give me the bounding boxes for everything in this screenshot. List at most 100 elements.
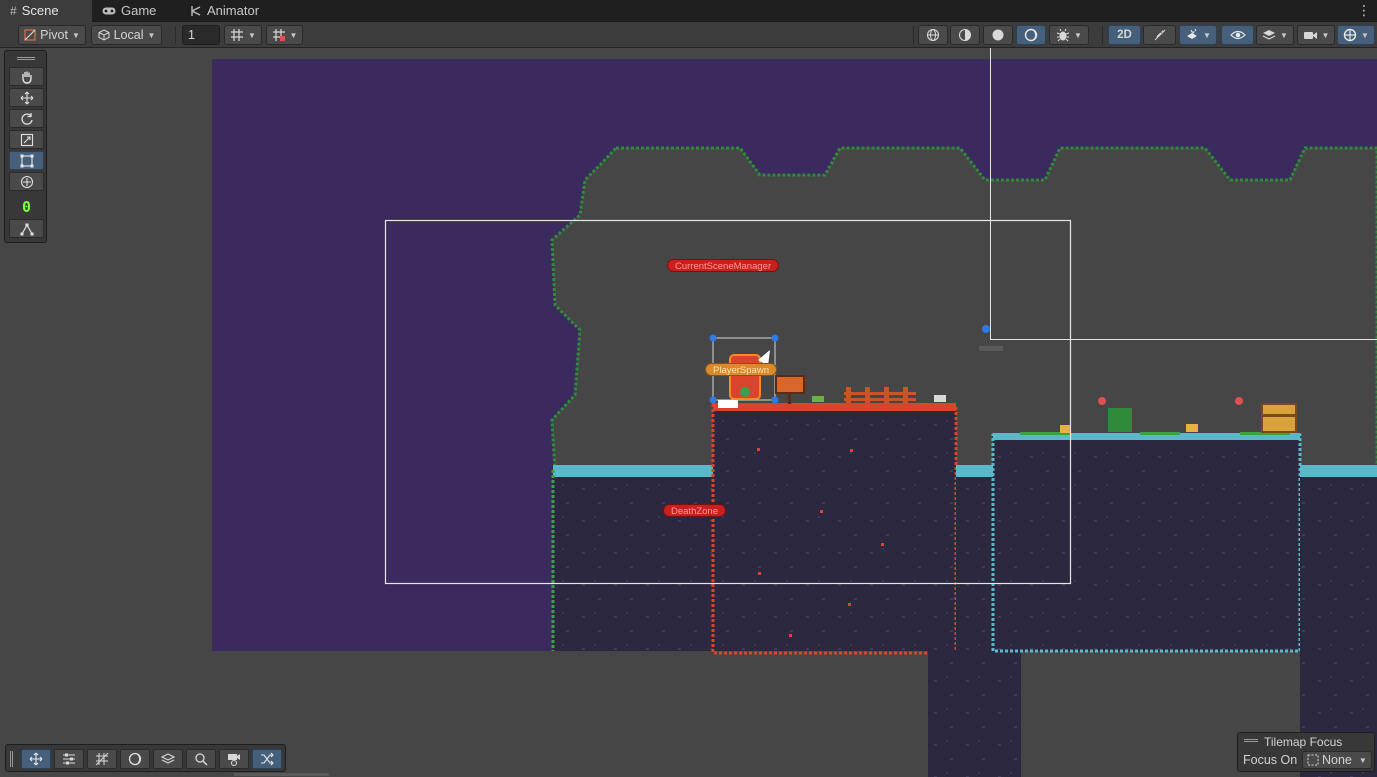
chevron-down-icon: ▼ (1203, 30, 1211, 40)
unlit-button[interactable] (1016, 25, 1046, 45)
tilemap-focus-title: Tilemap Focus (1264, 735, 1343, 749)
gizmo-sphere-icon (1343, 28, 1357, 42)
scene-viewport[interactable]: CurrentSceneManager PlayerSpawn DeathZon… (0, 48, 1377, 777)
signpost (775, 375, 805, 394)
debug-draw-dropdown[interactable]: ▼ (1049, 25, 1089, 45)
transform-tool-button[interactable] (9, 172, 44, 191)
pivot-icon (24, 29, 36, 41)
shaded-button[interactable] (983, 25, 1013, 45)
move-arrows-icon (29, 752, 43, 766)
shuffle-icon (260, 752, 274, 766)
scene-visibility-toggle[interactable] (1221, 25, 1254, 45)
mode-2d-toggle[interactable]: 2D (1108, 25, 1141, 45)
local-label: Local (113, 28, 144, 42)
chevron-down-icon: ▼ (1074, 30, 1082, 40)
scene-canvas (212, 48, 1377, 777)
ground-left (553, 465, 713, 651)
increment-snap-icon (272, 28, 286, 42)
scene-toolbar: Pivot ▼ Local ▼ 1 ▼ ▼ ▼ 2D ▼ ▼ ▼ ▼ (0, 22, 1377, 48)
cave-area (550, 146, 1377, 472)
chevron-down-icon: ▼ (289, 30, 298, 40)
divider (175, 26, 176, 44)
focus-on-dropdown[interactable]: None ▼ (1302, 751, 1372, 769)
shaded-sphere-icon (991, 28, 1005, 42)
rect-tool-button[interactable] (9, 151, 44, 170)
toolbar-grip[interactable] (10, 751, 13, 767)
rect-transform-icon (20, 154, 34, 168)
treasure-chest (1261, 403, 1297, 433)
tile-settings-button[interactable] (54, 749, 84, 769)
unity-scene-window: # Scene Game Animator ⋮ Pivot ▼ Local ▼ … (0, 0, 1377, 777)
chevron-down-icon: ▼ (1358, 755, 1367, 765)
hand-tool-button[interactable] (9, 67, 44, 86)
focus-on-label: Focus On (1243, 753, 1298, 767)
grid-snap-icon (230, 28, 244, 42)
tile-palette-toolbar (5, 744, 286, 772)
tab-bar: # Scene Game Animator ⋮ (0, 0, 1377, 22)
dashed-square-icon (1307, 754, 1319, 766)
light-off-icon (1153, 28, 1167, 42)
custom-tool-button[interactable] (9, 219, 44, 238)
pivot-label: Pivot (40, 28, 68, 42)
animator-icon (190, 5, 202, 17)
custom-tool-icon (20, 222, 34, 236)
grid-snap-dropdown[interactable]: ▼ (224, 25, 262, 45)
grid-icon: # (10, 4, 17, 18)
local-dropdown[interactable]: Local ▼ (91, 25, 162, 45)
shaded-wire-sphere-icon (958, 28, 972, 42)
layers-dropdown[interactable]: ▼ (1256, 25, 1294, 45)
wireframe-shading-button[interactable] (918, 25, 948, 45)
tab-scene[interactable]: # Scene (0, 0, 92, 22)
divider (913, 26, 914, 44)
water-left (553, 465, 713, 477)
shaded-wireframe-button[interactable] (950, 25, 980, 45)
palette-grip[interactable] (17, 57, 35, 60)
tab-animator[interactable]: Animator (180, 0, 280, 22)
lighting-toggle[interactable] (1143, 25, 1176, 45)
layer-stack-button[interactable] (153, 749, 183, 769)
camera-preview-button[interactable] (219, 749, 249, 769)
camera-icon (227, 752, 241, 766)
camera-settings-dropdown[interactable]: ▼ (1297, 25, 1335, 45)
chevron-down-icon: ▼ (248, 30, 256, 40)
transform-icon (20, 175, 34, 189)
scale-icon (20, 133, 34, 147)
unlit-sphere-icon (1024, 28, 1038, 42)
rotate-icon (20, 112, 34, 126)
pivot-dropdown[interactable]: Pivot ▼ (18, 25, 86, 45)
more-options-icon[interactable]: ⋮ (1357, 2, 1371, 19)
grid-toggle-button[interactable] (87, 749, 117, 769)
overlay-grip[interactable] (1244, 739, 1258, 742)
gizmos-dropdown[interactable]: ▼ (1337, 25, 1375, 45)
divider (1102, 26, 1103, 44)
red-platform (713, 405, 956, 651)
scale-tool-button[interactable] (9, 130, 44, 149)
chevron-down-icon: ▼ (1361, 30, 1369, 40)
mode-2d-label: 2D (1117, 29, 1132, 41)
lighting-preview-button[interactable] (120, 749, 150, 769)
eye-icon (1229, 29, 1246, 41)
effects-icon (1185, 28, 1199, 42)
tool-counter: 0 (21, 198, 32, 216)
rotate-tool-button[interactable] (9, 109, 44, 128)
camera-icon (1303, 29, 1318, 41)
effects-dropdown[interactable]: ▼ (1179, 25, 1217, 45)
search-button[interactable] (186, 749, 216, 769)
death-zone-label[interactable]: DeathZone (663, 504, 727, 517)
blue-platform (993, 435, 1300, 651)
tile-move-button[interactable] (21, 749, 51, 769)
chevron-down-icon: ▼ (147, 30, 156, 40)
player-spawn-label[interactable]: PlayerSpawn (705, 363, 777, 376)
tab-game[interactable]: Game (92, 0, 180, 22)
scene-manager-label[interactable]: CurrentSceneManager (667, 259, 780, 272)
wireframe-sphere-icon (926, 28, 940, 42)
chevron-down-icon: ▼ (1321, 30, 1330, 40)
hatched-grid-icon (95, 752, 109, 766)
shuffle-button[interactable] (252, 749, 282, 769)
chevron-down-icon: ▼ (1280, 30, 1288, 40)
increment-snap-dropdown[interactable]: ▼ (266, 25, 303, 45)
layers-icon (1262, 28, 1276, 42)
move-tool-button[interactable] (9, 88, 44, 107)
tab-game-label: Game (121, 3, 157, 18)
grid-size-input[interactable]: 1 (182, 25, 220, 45)
